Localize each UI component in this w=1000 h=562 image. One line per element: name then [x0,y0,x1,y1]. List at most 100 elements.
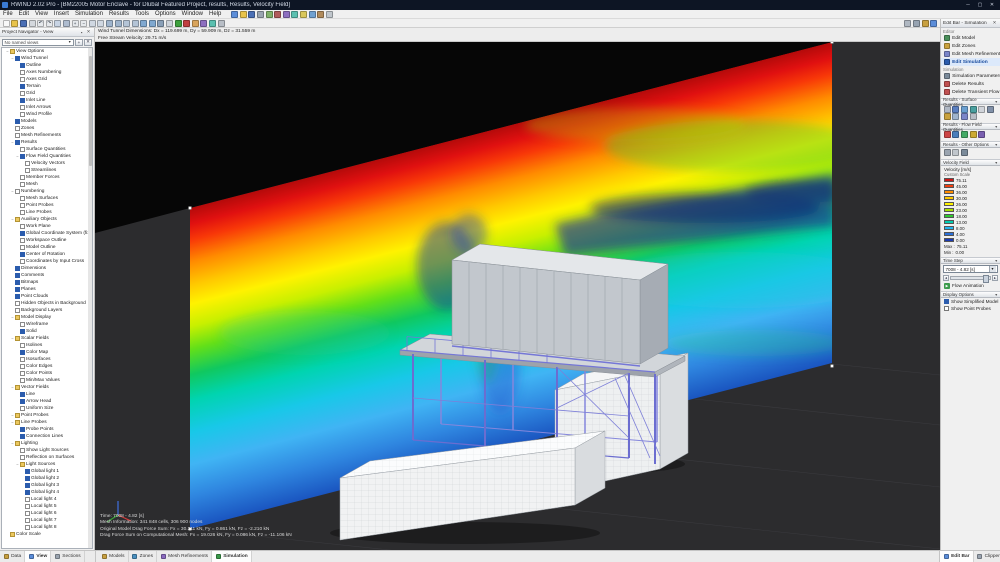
surface-quantities-header[interactable]: Results - Surface Quantities ▼ [941,98,1000,105]
tree-checkbox[interactable] [20,154,25,159]
tree-checkbox[interactable] [20,371,25,376]
tree-checkbox[interactable] [20,77,25,82]
toolbar-icon[interactable] [913,20,920,27]
menu-toolbar-icon[interactable] [317,11,324,18]
tree-item[interactable]: − View Options [2,48,88,55]
tree-item[interactable]: Zones [2,125,88,132]
toolbar-icon[interactable]: + [72,20,79,27]
tree-item[interactable]: Member Forces [2,174,88,181]
toolbar-icon[interactable] [166,20,173,27]
tree-checkbox[interactable] [25,497,30,502]
toolbar-icon[interactable] [54,20,61,27]
workflow-tab[interactable]: Mesh Refinements [157,551,212,562]
tree-checkbox[interactable] [20,70,25,75]
tree-item[interactable]: − Flow Field Quantities [2,153,88,160]
menu-toolbar-icon[interactable] [309,11,316,18]
navigator-tab[interactable]: Data [0,551,25,562]
tree-item[interactable]: − Scalar Fields [2,335,88,342]
simulation-item[interactable]: Delete Transient Flow Resu... [941,88,1000,96]
tree-checkbox[interactable] [25,518,30,523]
toolbar-icon[interactable] [29,20,36,27]
menu-item[interactable]: Tools [132,11,152,17]
tree-checkbox[interactable] [20,357,25,362]
named-views-combo[interactable]: No named views ▼ [2,39,74,46]
time-step-slider[interactable] [950,276,991,281]
tree-checkbox[interactable] [25,469,30,474]
navigator-tab[interactable]: Sections [51,551,85,562]
toolbar-icon[interactable] [11,20,18,27]
other-options-header[interactable]: Results - Other Options ▼ [941,141,1000,148]
tree-item[interactable]: Color Scale [2,531,88,538]
tree-checkbox[interactable] [20,224,25,229]
tree-checkbox[interactable] [15,280,20,285]
editor-item[interactable]: Edit Simulation [941,58,1000,66]
simulation-item[interactable]: Simulation Parameters... [941,72,1000,80]
display-option-row[interactable]: Show Point Probes [941,305,1000,312]
toolbar-icon[interactable] [97,20,104,27]
result-quantity-icon[interactable] [961,131,968,138]
menu-toolbar-icon[interactable] [266,11,273,18]
maximize-button[interactable]: ▢ [974,2,986,8]
slider-thumb[interactable] [983,275,989,283]
toolbar-icon[interactable] [115,20,122,27]
tree-item[interactable]: Point Clouds [2,293,88,300]
tree-checkbox[interactable] [15,420,20,425]
result-quantity-icon[interactable] [952,131,959,138]
tree-checkbox[interactable] [15,441,20,446]
tree-item[interactable]: Reflection on Surfaces [2,454,88,461]
toolbar-icon[interactable] [140,20,147,27]
tree-checkbox[interactable] [20,462,25,467]
menu-toolbar-icon[interactable] [248,11,255,18]
tree-checkbox[interactable] [25,483,30,488]
display-options-header[interactable]: Display Options ▼ [941,291,1000,298]
tree-item[interactable]: Streamlines [2,167,88,174]
tree-checkbox[interactable] [15,315,20,320]
menu-item[interactable]: Results [106,11,132,17]
step-forward-button[interactable]: ► [992,275,998,281]
tree-checkbox[interactable] [20,329,25,334]
tree-item[interactable]: Color Edges [2,363,88,370]
tree-item[interactable]: Global light 3 [2,482,88,489]
result-quantity-icon[interactable] [961,106,968,113]
tree-item[interactable]: Background Layers [2,307,88,314]
edit-bar-tab[interactable]: Clipper [974,551,1000,562]
tree-checkbox[interactable] [20,343,25,348]
tree-item[interactable]: Velocity Vectors [2,160,88,167]
menu-item[interactable]: Edit [16,11,32,17]
tree-item[interactable]: Local light 4 [2,496,88,503]
result-quantity-icon[interactable] [970,106,977,113]
display-option-checkbox[interactable] [944,306,949,311]
result-quantity-icon[interactable] [978,106,985,113]
tree-item[interactable]: Global Coordinate System (fixed) [2,230,88,237]
tree-checkbox[interactable] [20,91,25,96]
tree-item[interactable]: Planes [2,286,88,293]
time-step-header[interactable]: Time Step ▼ [941,257,1000,264]
named-views-button[interactable]: + [75,39,83,46]
tree-item[interactable]: Isolines [2,342,88,349]
result-quantity-icon[interactable] [961,113,968,120]
tree-item[interactable]: Color Points [2,370,88,377]
menu-item[interactable]: Simulation [72,11,106,17]
tree-item[interactable]: Surface Quantities [2,146,88,153]
minimize-button[interactable]: ─ [962,2,974,8]
tree-checkbox[interactable] [20,175,25,180]
toolbar-icon[interactable] [175,20,182,27]
tree-item[interactable]: Mesh Refinements [2,132,88,139]
play-icon[interactable]: ▶ [944,283,950,289]
tree-item[interactable]: Arrow Head [2,398,88,405]
result-option-icon[interactable] [961,149,968,156]
tree-checkbox[interactable] [20,231,25,236]
tree-checkbox[interactable] [15,308,20,313]
toolbar-icon[interactable] [106,20,113,27]
tree-checkbox[interactable] [20,252,25,257]
menu-item[interactable]: Window [179,11,206,17]
tree-item[interactable]: − Lighting [2,440,88,447]
tree-item[interactable]: Connection Lines [2,433,88,440]
result-option-icon[interactable] [944,149,951,156]
tree-checkbox[interactable] [15,140,20,145]
result-quantity-icon[interactable] [944,113,951,120]
viewport-3d[interactable]: Wind Tunnel Dimensions: Dx = 119.699 m, … [95,28,940,550]
tree-checkbox[interactable] [20,378,25,383]
tree-item[interactable]: Global light 1 [2,468,88,475]
tree-checkbox[interactable] [20,105,25,110]
